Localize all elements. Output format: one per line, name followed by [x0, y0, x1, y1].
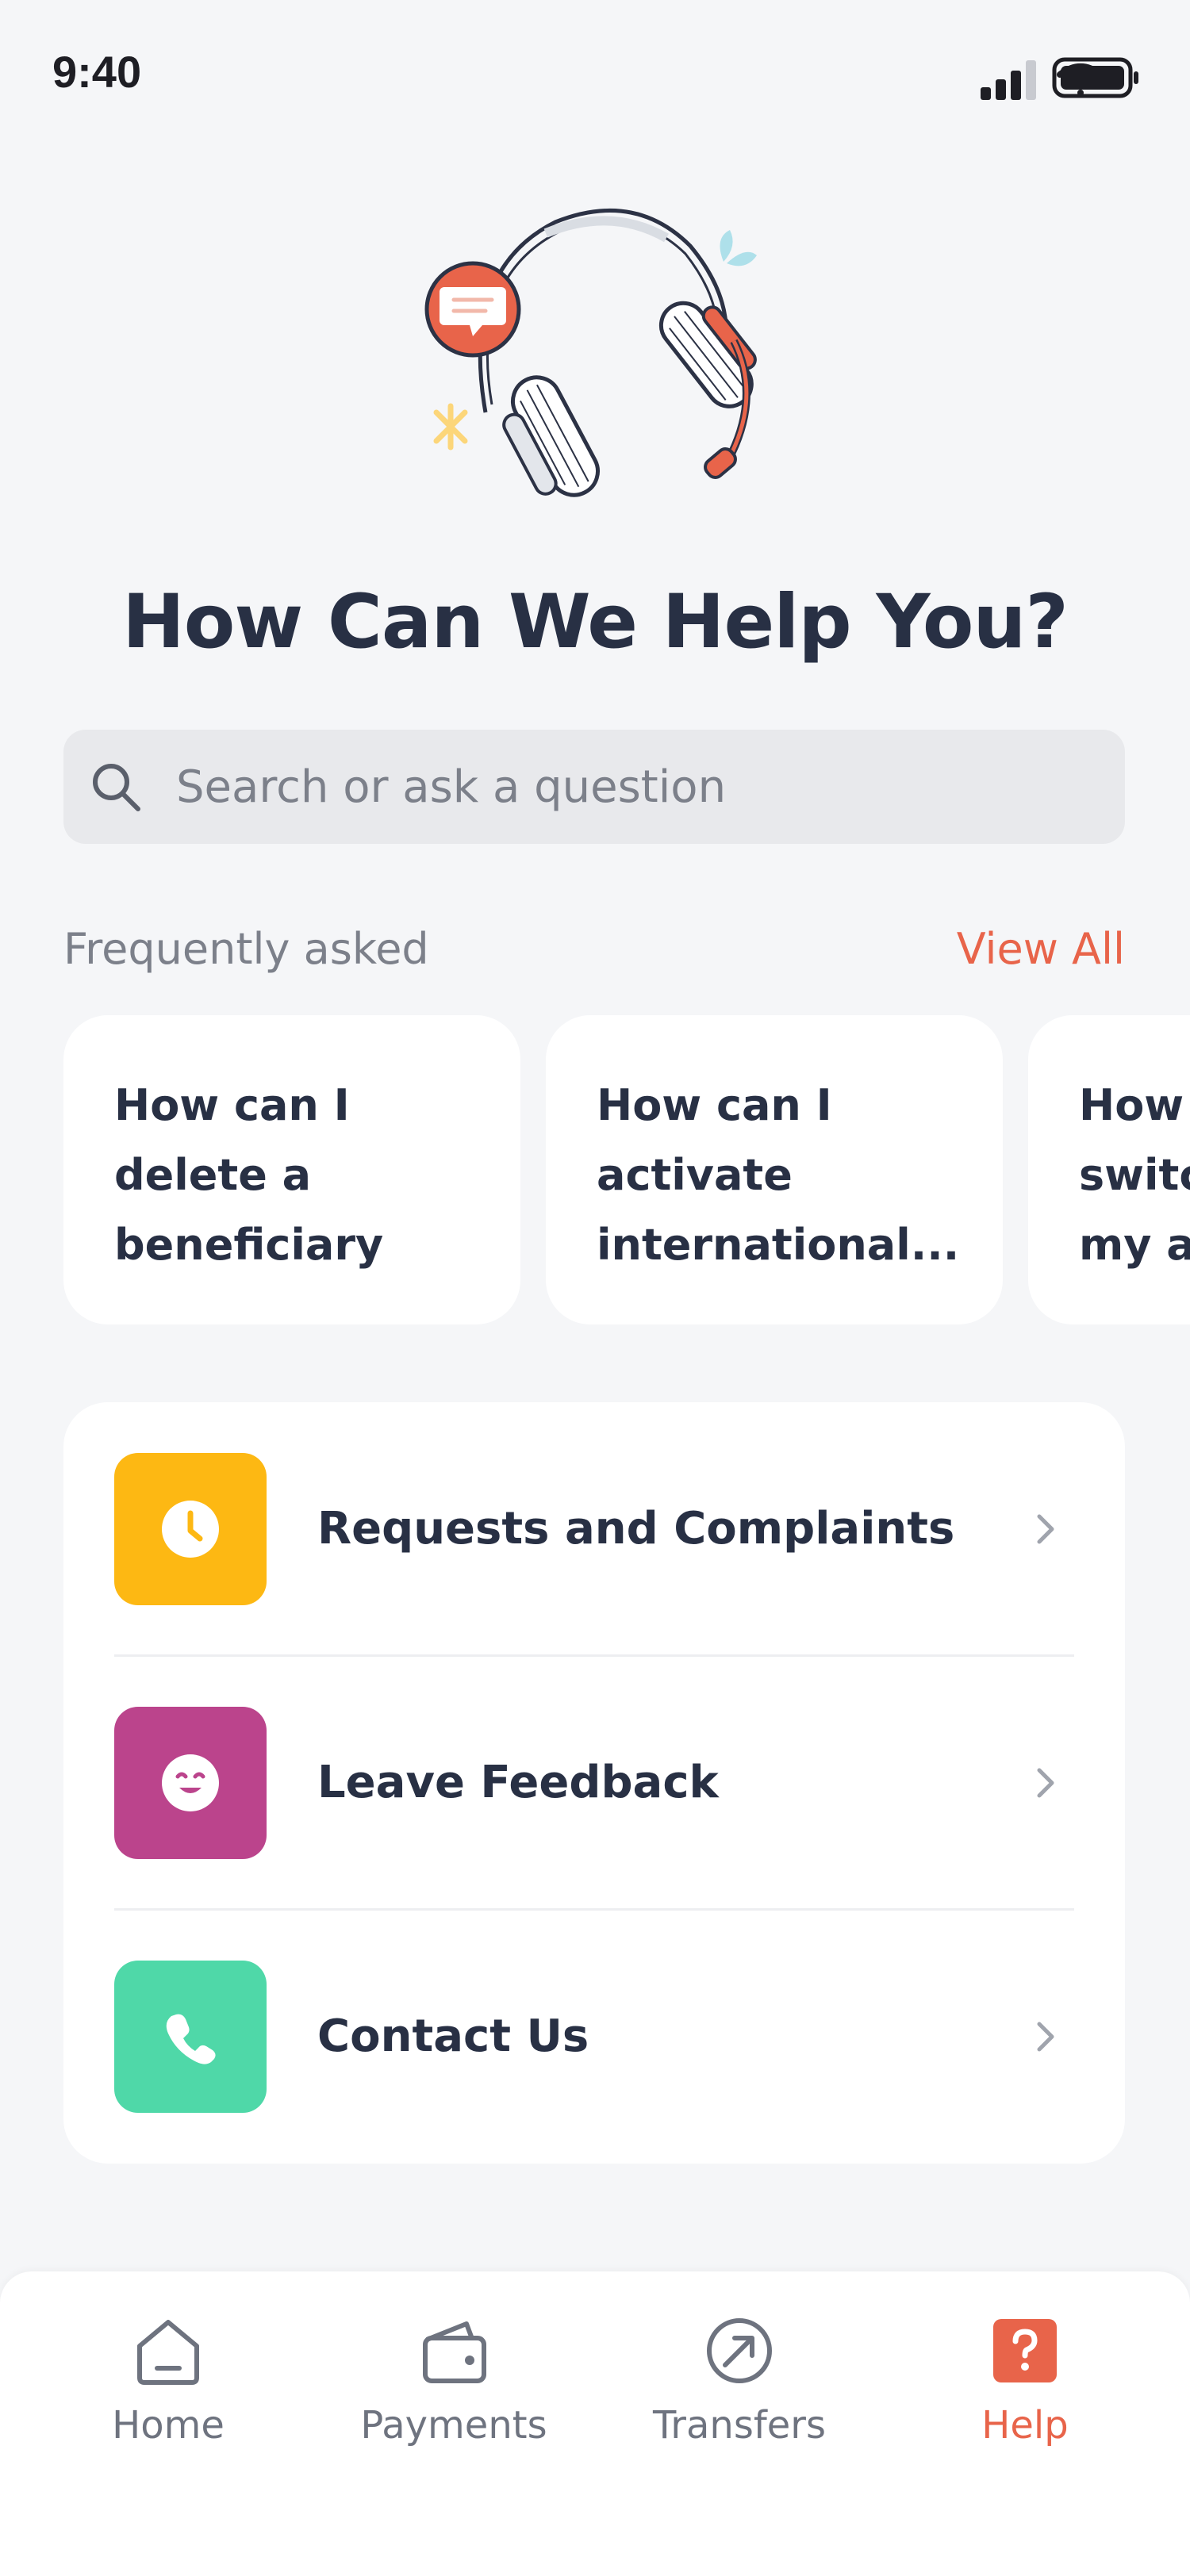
search-bar[interactable]: [63, 730, 1125, 844]
action-icon-tile: [114, 1961, 267, 2113]
chevron-right-icon: [1037, 1514, 1054, 1544]
faq-question: How switc my ac: [1079, 1080, 1190, 1270]
bottom-tab-bar: Home Payments Transfers Help: [0, 2271, 1190, 2576]
status-bar: 9:40: [0, 0, 1190, 151]
tab-home[interactable]: Home: [25, 2314, 311, 2473]
battery-icon: [1052, 57, 1138, 98]
tab-transfers[interactable]: Transfers: [597, 2314, 882, 2473]
action-label: Contact Us: [317, 2011, 589, 2062]
contact-us-item[interactable]: Contact Us: [63, 1910, 1125, 2164]
faq-question: How can I delete a beneficiary: [114, 1080, 384, 1270]
tab-label: Help: [981, 2403, 1069, 2448]
tab-payments[interactable]: Payments: [311, 2314, 597, 2473]
chevron-right-icon: [1037, 2022, 1054, 2052]
faq-card[interactable]: How can I activate international...: [546, 1015, 1003, 1324]
support-actions-list: Requests and Complaints Leave Feedback C…: [63, 1402, 1125, 2164]
search-icon: [93, 764, 140, 811]
tab-help[interactable]: Help: [882, 2314, 1168, 2473]
action-icon-tile: [114, 1453, 267, 1605]
faq-heading: Frequently asked: [63, 924, 429, 974]
action-label: Leave Feedback: [317, 1757, 719, 1808]
view-all-link[interactable]: View All: [957, 924, 1125, 974]
help-icon: [993, 2319, 1057, 2382]
faq-carousel[interactable]: How can I delete a beneficiary How can I…: [0, 1015, 1190, 1324]
clock-icon: [162, 1501, 219, 1558]
leave-feedback-item[interactable]: Leave Feedback: [63, 1656, 1125, 1910]
cellular-signal-icon: [981, 60, 1036, 100]
status-time: 9:40: [52, 47, 142, 97]
action-label: Requests and Complaints: [317, 1503, 955, 1554]
transfer-arrow-icon: [707, 2318, 772, 2383]
wallet-icon: [423, 2321, 486, 2383]
action-icon-tile: [114, 1707, 267, 1859]
faq-card[interactable]: How can I delete a beneficiary: [63, 1015, 520, 1324]
tab-label: Transfers: [652, 2403, 826, 2448]
search-input[interactable]: [176, 730, 1096, 844]
phone-icon: [166, 2014, 216, 2064]
tab-label: Home: [112, 2403, 225, 2448]
tab-label: Payments: [360, 2403, 547, 2448]
faq-question: How can I activate international...: [597, 1080, 960, 1270]
chevron-right-icon: [1037, 1768, 1054, 1798]
support-headset-illustration: [413, 198, 777, 516]
home-icon: [137, 2320, 199, 2385]
page-title: How Can We Help You?: [122, 579, 1069, 665]
smile-icon: [162, 1754, 219, 1811]
requests-and-complaints-item[interactable]: Requests and Complaints: [63, 1402, 1125, 1656]
faq-card[interactable]: How switc my ac: [1028, 1015, 1190, 1324]
